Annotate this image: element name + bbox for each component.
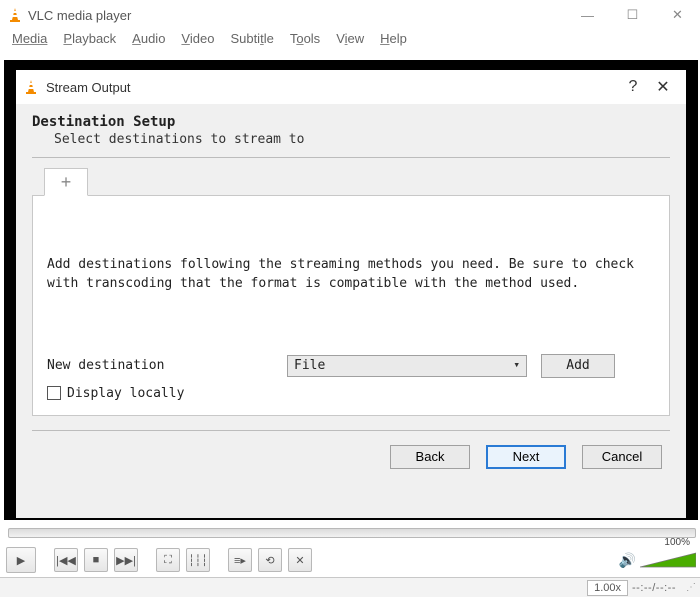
vlc-cone-icon — [24, 79, 38, 95]
close-icon: ✕ — [656, 79, 669, 96]
previous-icon: |◀◀ — [56, 554, 76, 567]
menu-media[interactable]: Media — [12, 31, 47, 46]
add-button-label: Add — [566, 358, 589, 373]
close-icon: ✕ — [672, 7, 683, 23]
new-destination-row: New destination File Add — [47, 354, 655, 378]
help-icon: ? — [629, 78, 638, 95]
menubar: Media Playback Audio Video Subtitle Tool… — [0, 30, 700, 52]
next-icon: ▶▶| — [116, 554, 136, 567]
window-titlebar: VLC media player — ☐ ✕ — [0, 0, 700, 30]
dialog-titlebar: Stream Output ? ✕ — [16, 70, 686, 104]
stop-icon: ■ — [93, 554, 100, 566]
volume-percent: 100% — [664, 537, 690, 548]
menu-audio[interactable]: Audio — [132, 31, 165, 46]
back-button[interactable]: Back — [390, 445, 470, 469]
divider — [32, 157, 670, 158]
play-button[interactable]: ▶ — [6, 547, 36, 573]
display-locally-checkbox[interactable]: Display locally — [47, 386, 655, 401]
section-title: Destination Setup — [32, 114, 670, 130]
dialog-title: Stream Output — [46, 80, 618, 95]
playlist-button[interactable]: ≡▸ — [228, 548, 252, 572]
tab-pane: Add destinations following the streaming… — [32, 195, 670, 416]
time-display: --:--/--:-- — [632, 582, 676, 594]
dialog-body: Destination Setup Select destinations to… — [16, 104, 686, 518]
maximize-icon: ☐ — [627, 7, 639, 23]
fullscreen-icon: ⛶ — [164, 554, 172, 567]
add-button[interactable]: Add — [541, 354, 615, 378]
resize-grip[interactable]: ⋰ — [686, 582, 696, 593]
play-icon: ▶ — [17, 554, 25, 567]
stream-output-dialog: Stream Output ? ✕ Destination Setup Sele… — [16, 70, 686, 518]
playlist-icon: ≡▸ — [234, 554, 246, 567]
playback-speed[interactable]: 1.00x — [587, 580, 628, 596]
shuffle-button[interactable]: ✕ — [288, 548, 312, 572]
next-button[interactable]: Next — [486, 445, 566, 469]
status-bar: 1.00x --:--/--:-- ⋰ — [0, 577, 700, 597]
menu-playback[interactable]: Playback — [63, 31, 116, 46]
menu-tools[interactable]: Tools — [290, 31, 320, 46]
video-area: Stream Output ? ✕ Destination Setup Sele… — [4, 60, 698, 520]
previous-button[interactable]: |◀◀ — [54, 548, 78, 572]
menu-view[interactable]: View — [336, 31, 364, 46]
add-tab-button[interactable]: + — [44, 168, 88, 196]
speaker-icon[interactable]: 🔊 — [619, 552, 636, 569]
next-button[interactable]: ▶▶| — [114, 548, 138, 572]
menu-subtitle[interactable]: Subtitle — [230, 31, 273, 46]
seek-track — [8, 528, 696, 538]
menu-video[interactable]: Video — [181, 31, 214, 46]
section-subtitle: Select destinations to stream to — [32, 132, 670, 147]
tabs-area: + Add destinations following the streami… — [32, 168, 670, 416]
window-minimize-button[interactable]: — — [565, 0, 610, 30]
cancel-button[interactable]: Cancel — [582, 445, 662, 469]
window-maximize-button[interactable]: ☐ — [610, 0, 655, 30]
dialog-close-button[interactable]: ✕ — [648, 77, 678, 97]
window-close-button[interactable]: ✕ — [655, 0, 700, 30]
menu-help[interactable]: Help — [380, 31, 407, 46]
new-destination-label: New destination — [47, 358, 287, 373]
plus-icon: + — [61, 172, 72, 193]
help-text: Add destinations following the streaming… — [47, 256, 655, 294]
shuffle-icon: ✕ — [295, 554, 304, 567]
fullscreen-button[interactable]: ⛶ — [156, 548, 180, 572]
destination-select-value: File — [294, 358, 325, 373]
minimize-icon: — — [581, 8, 594, 23]
dialog-footer: Back Next Cancel — [32, 430, 670, 469]
loop-button[interactable]: ⟲ — [258, 548, 282, 572]
extended-settings-button[interactable]: ┆┆┆ — [186, 548, 210, 572]
seek-bar[interactable] — [8, 528, 696, 542]
loop-icon: ⟲ — [265, 554, 274, 567]
checkbox-box — [47, 386, 61, 400]
display-locally-label: Display locally — [67, 386, 184, 401]
player-controls: ▶ |◀◀ ■ ▶▶| ⛶ ┆┆┆ ≡▸ ⟲ ✕ 🔊 100% — [6, 545, 696, 575]
dialog-help-button[interactable]: ? — [618, 78, 648, 96]
vlc-cone-icon — [8, 7, 22, 23]
window-title: VLC media player — [28, 8, 565, 23]
destination-select[interactable]: File — [287, 355, 527, 377]
stop-button[interactable]: ■ — [84, 548, 108, 572]
volume-slider[interactable] — [640, 551, 696, 569]
volume-area: 🔊 100% — [619, 551, 696, 569]
settings-icon: ┆┆┆ — [188, 554, 208, 567]
